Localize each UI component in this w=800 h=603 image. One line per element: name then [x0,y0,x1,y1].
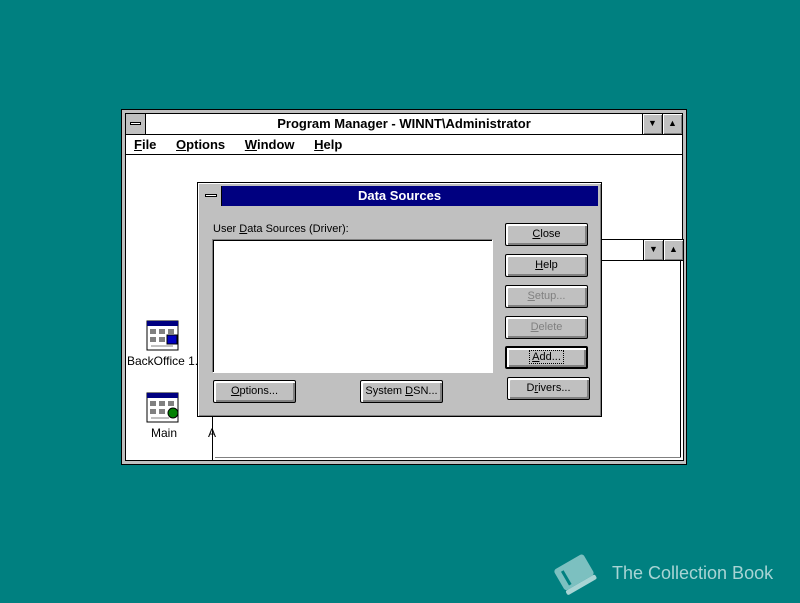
program-group-icon[interactable] [146,320,180,352]
watermark-text: The Collection Book [612,563,774,583]
system-dsn-button[interactable]: System DSN... [360,380,443,403]
user-data-sources-list[interactable] [212,239,493,373]
backoffice-group-icon [146,320,179,351]
main-group-icon [146,392,179,423]
dialog-title: Data Sources [357,188,442,203]
dialog-system-menu-icon[interactable] [201,186,222,206]
backoffice-group-label[interactable]: BackOffice 1.5 [127,354,205,368]
partial-group-label[interactable]: A [208,426,216,440]
program-manager-titlebar[interactable]: Program Manager - WINNT\Administrator ▼ … [126,114,682,135]
add-button-focus: Add... [529,350,564,364]
add-button[interactable]: Add... [505,346,588,369]
program-group-icon[interactable] [146,392,180,424]
user-data-sources-label: User Data Sources (Driver): [213,223,349,235]
program-manager-title: Program Manager - WINNT\Administrator [277,116,531,131]
child-border-line [215,457,681,458]
delete-button[interactable]: Delete [505,316,588,339]
close-button[interactable]: Close [505,223,588,246]
menu-options[interactable]: Options [176,137,225,152]
menu-window[interactable]: Window [245,137,295,152]
main-group-label[interactable]: Main [151,426,177,440]
maximize-button[interactable]: ▲ [662,114,682,134]
options-button[interactable]: Options... [213,380,296,403]
system-menu-icon[interactable] [126,114,146,134]
minimize-button[interactable]: ▼ [642,114,662,134]
menu-file[interactable]: File [134,137,156,152]
book-icon [548,550,602,603]
drivers-button[interactable]: Drivers... [507,377,590,400]
menu-bar: File Options Window Help [126,135,682,155]
child-maximize-button[interactable]: ▲ [663,240,683,260]
setup-button[interactable]: Setup... [505,285,588,308]
data-sources-dialog: Data Sources User Data Sources (Driver):… [197,182,602,417]
help-button[interactable]: Help [505,254,588,277]
child-border-line [680,261,681,458]
menu-help[interactable]: Help [314,137,342,152]
dialog-titlebar[interactable]: Data Sources [201,186,598,206]
child-minimize-button[interactable]: ▼ [643,240,663,260]
